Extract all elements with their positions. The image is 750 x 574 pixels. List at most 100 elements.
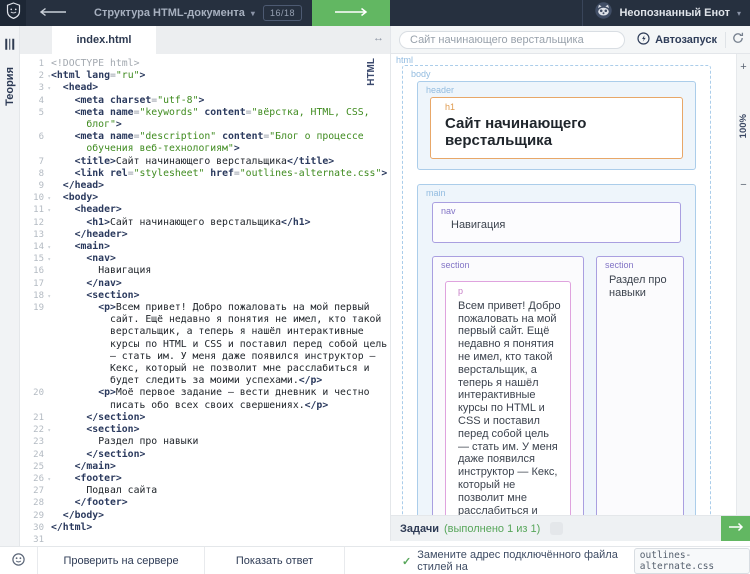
- course-title: Структура HTML-документа: [94, 7, 245, 19]
- check-icon: ✓: [402, 555, 411, 568]
- autorun-label: Автозапуск: [655, 34, 717, 46]
- tasks-bar[interactable]: Задачи (выполнено 1 из 1): [390, 515, 750, 541]
- back-button[interactable]: [39, 4, 67, 22]
- progress-badge: 16/18: [263, 5, 302, 21]
- code-line[interactable]: 10▾<body>: [20, 192, 390, 204]
- outline-header: header h1 Сайт начинающего верстальщика: [417, 81, 696, 170]
- feedback-button[interactable]: [0, 547, 38, 574]
- code-line[interactable]: 18▾<section>: [20, 290, 390, 302]
- next-button[interactable]: [312, 0, 390, 26]
- outline-label-section: section: [597, 257, 683, 271]
- preview-paragraph-1: Всем привет! Добро пожаловать на мой пер…: [458, 300, 562, 515]
- preview-zoom-strip: + 100% −: [736, 54, 750, 515]
- code-line[interactable]: 16Навигация: [20, 265, 390, 277]
- outline-section-2: section Раздел про навыки: [596, 256, 684, 515]
- code-line[interactable]: 19<p>Всем привет! Добро пожаловать на мо…: [20, 302, 390, 387]
- code-line[interactable]: 15▾<nav>: [20, 253, 390, 265]
- code-line[interactable]: 31: [20, 534, 390, 546]
- outline-label-section: section: [433, 257, 583, 271]
- editor-tab-bar: index.html ↔: [20, 26, 390, 54]
- code-line[interactable]: 29</body>: [20, 510, 390, 522]
- check-on-server-button[interactable]: Проверить на сервере: [38, 547, 205, 574]
- address-bar: Сайт начинающего верстальщика: [399, 31, 625, 49]
- outline-label-nav: nav: [433, 203, 680, 217]
- tasks-title: Задачи: [400, 523, 439, 535]
- code-line[interactable]: 24</section>: [20, 449, 390, 461]
- outline-p-1: p Всем привет! Добро пожаловать на мой п…: [445, 281, 571, 515]
- outline-label-h1: h1: [437, 99, 676, 113]
- code-lines: 1<!DOCTYPE html>2▾<html lang="ru">3▾<hea…: [20, 58, 390, 546]
- run-check-button[interactable]: [721, 516, 750, 541]
- show-answer-button[interactable]: Показать ответ: [205, 547, 345, 574]
- code-line[interactable]: 17</nav>: [20, 278, 390, 290]
- preview-page-title: Сайт начинающего верстальщика: [445, 115, 676, 149]
- code-line[interactable]: 27Подвал сайта: [20, 485, 390, 497]
- code-line[interactable]: 20<p>Моё первое задание — вести дневник …: [20, 387, 390, 411]
- code-line[interactable]: 7<title>Сайт начинающего верстальщика</t…: [20, 156, 390, 168]
- menu-icon[interactable]: [3, 39, 16, 50]
- code-line[interactable]: 21</section>: [20, 412, 390, 424]
- shield-raccoon-icon: [6, 2, 21, 24]
- tab-index-html[interactable]: index.html: [52, 26, 156, 54]
- task-hint-code: outlines-alternate.css: [634, 548, 750, 574]
- power-icon: [637, 32, 650, 48]
- code-line[interactable]: 3▾<head>: [20, 82, 390, 94]
- preview-section2-text: Раздел про навыки: [609, 274, 675, 300]
- zoom-in-button[interactable]: +: [740, 62, 746, 72]
- code-line[interactable]: 5<meta name="keywords" content="вёрстка,…: [20, 107, 390, 131]
- code-line[interactable]: 4<meta charset="utf-8">: [20, 95, 390, 107]
- app-window: Структура HTML-документа ▾ 16/18 Неопозн…: [0, 0, 750, 574]
- outline-label-main: main: [418, 185, 695, 199]
- zoom-out-button[interactable]: −: [740, 180, 746, 190]
- refresh-button[interactable]: [732, 31, 744, 49]
- user-menu[interactable]: Неопознанный Енот ▾: [390, 0, 750, 26]
- refresh-icon: [732, 31, 744, 48]
- emoji-icon: [12, 553, 25, 569]
- editor-language-badge: HTML: [366, 58, 377, 86]
- outline-section-1: section p Всем привет! Добро пожаловать …: [432, 256, 584, 515]
- course-title-dropdown[interactable]: Структура HTML-документа ▾: [94, 7, 255, 19]
- code-line[interactable]: 2▾<html lang="ru">: [20, 70, 390, 82]
- chevron-down-icon: ▾: [251, 9, 255, 18]
- browser-preview: html body header h1 Сайт начинающего вер…: [390, 54, 736, 515]
- tasks-status: (выполнено 1 из 1): [444, 523, 540, 535]
- arrow-right-icon: [334, 4, 368, 22]
- outline-body: body header h1 Сайт начинающего версталь…: [402, 65, 711, 515]
- code-line[interactable]: 26▾<footer>: [20, 473, 390, 485]
- code-line[interactable]: 23Раздел про навыки: [20, 436, 390, 448]
- code-editor[interactable]: 1<!DOCTYPE html>2▾<html lang="ru">3▾<hea…: [20, 54, 390, 546]
- code-line[interactable]: 30</html>: [20, 522, 390, 534]
- task-hint-icon: [550, 522, 563, 535]
- outline-h1: h1 Сайт начинающего верстальщика: [430, 97, 683, 159]
- arrow-left-icon: [39, 4, 67, 22]
- code-line[interactable]: 14▾<main>: [20, 241, 390, 253]
- code-line[interactable]: 28</footer>: [20, 497, 390, 509]
- bottom-bar: Проверить на сервере Показать ответ ✓ За…: [0, 546, 750, 574]
- sidebar-theory-tab[interactable]: Теория: [4, 67, 16, 106]
- preview-nav-text: Навигация: [451, 219, 672, 232]
- theory-sidebar: Теория: [0, 26, 20, 546]
- code-line[interactable]: 22▾<section>: [20, 424, 390, 436]
- code-line[interactable]: 9</head>: [20, 180, 390, 192]
- task-hint-line: ✓ Замените адрес подключённого файла сти…: [402, 547, 750, 574]
- code-line[interactable]: 11▾<header>: [20, 204, 390, 216]
- top-bar: Структура HTML-документа ▾ 16/18 Неопозн…: [0, 0, 750, 26]
- outline-label-body: body: [403, 66, 710, 80]
- code-line[interactable]: 1<!DOCTYPE html>: [20, 58, 390, 70]
- zoom-level: 100%: [738, 114, 749, 138]
- outline-label-header: header: [418, 82, 695, 96]
- logo-button[interactable]: [0, 0, 26, 26]
- browser-bar: Сайт начинающего верстальщика Автозапуск: [390, 26, 750, 54]
- code-line[interactable]: 6<meta name="description" content="Блог …: [20, 131, 390, 155]
- resize-handle-icon[interactable]: ↔: [373, 32, 384, 44]
- topbar-divider: [582, 0, 583, 26]
- chevron-down-icon: ▾: [737, 9, 741, 18]
- outline-label-html: html: [396, 55, 413, 65]
- code-line[interactable]: 25</main>: [20, 461, 390, 473]
- code-line[interactable]: 8<link rel="stylesheet" href="outlines-a…: [20, 168, 390, 180]
- avatar: [595, 2, 612, 24]
- autorun-toggle[interactable]: Автозапуск: [637, 32, 717, 48]
- code-line[interactable]: 13</header>: [20, 229, 390, 241]
- code-line[interactable]: 12<h1>Сайт начинающего верстальщика</h1>: [20, 217, 390, 229]
- user-name: Неопознанный Енот: [619, 7, 730, 19]
